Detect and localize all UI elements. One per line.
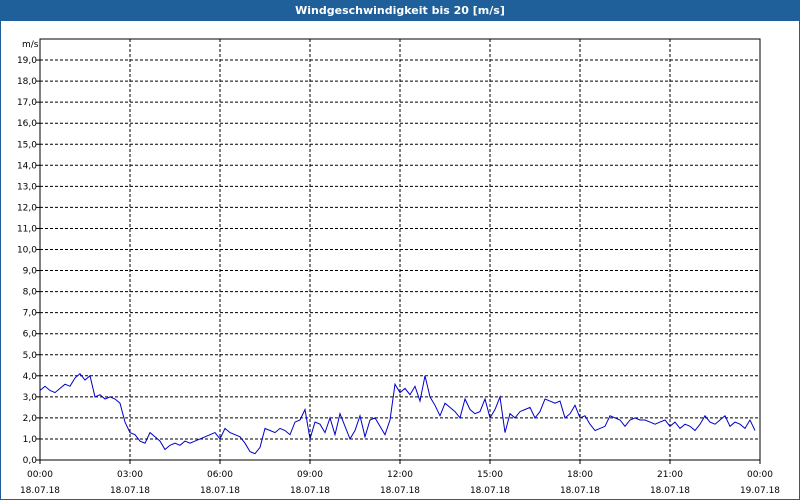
y-tick-label: 5,0 <box>23 351 38 361</box>
x-tick-date: 18.07.18 <box>200 486 240 496</box>
grid-lines <box>40 39 760 460</box>
y-tick-label: 19,0 <box>17 56 37 66</box>
y-tick-label: 17,0 <box>17 98 37 108</box>
x-tick-time: 21:00 <box>657 470 683 480</box>
y-tick-label: 10,0 <box>17 246 37 256</box>
y-axis: m/s 0,0 1,0 2,0 3,0 4,0 5,0 6,0 7,0 8,0 9,0 10,0 11… <box>17 40 40 466</box>
y-tick-label: 14,0 <box>17 161 37 171</box>
x-tick-date: 18.07.18 <box>290 486 330 496</box>
x-tick-date: 18.07.18 <box>380 486 420 496</box>
x-tick-time: 18:00 <box>567 470 593 480</box>
y-axis-unit: m/s <box>22 40 39 50</box>
y-tick-label: 1,0 <box>23 435 38 445</box>
x-tick-date: 18.07.18 <box>470 486 510 496</box>
y-tick-label: 16,0 <box>17 119 37 129</box>
y-tick-label: 4,0 <box>23 372 38 382</box>
x-tick-time: 15:00 <box>477 470 503 480</box>
x-tick-time: 00:00 <box>747 470 773 480</box>
x-tick-date: 18.07.18 <box>650 486 690 496</box>
y-tick-label: 0,0 <box>23 456 38 466</box>
y-tick-label: 6,0 <box>23 330 38 340</box>
x-tick-date: 18.07.18 <box>110 486 150 496</box>
x-tick-time: 12:00 <box>387 470 413 480</box>
y-tick-label: 15,0 <box>17 140 37 150</box>
x-tick-time: 09:00 <box>297 470 323 480</box>
x-tick-time: 06:00 <box>207 470 233 480</box>
y-tick-label: 9,0 <box>23 267 38 277</box>
y-tick-label: 8,0 <box>23 288 38 298</box>
y-tick-label: 18,0 <box>17 77 37 87</box>
y-tick-label: 2,0 <box>23 414 38 424</box>
y-tick-label: 3,0 <box>23 393 38 403</box>
x-axis: 00:00 18.07.18 03:00 18.07.18 06:00 18.07.18 0… <box>20 460 780 496</box>
x-tick-date: 18.07.18 <box>20 486 60 496</box>
y-tick-label: 12,0 <box>17 203 37 213</box>
x-tick-time: 03:00 <box>117 470 143 480</box>
x-tick-time: 00:00 <box>27 470 53 480</box>
y-tick-label: 7,0 <box>23 309 38 319</box>
y-tick-label: 13,0 <box>17 182 37 192</box>
x-tick-date: 18.07.18 <box>560 486 600 496</box>
x-tick-date: 19.07.18 <box>740 486 780 496</box>
y-tick-label: 11,0 <box>17 224 37 234</box>
wind-speed-chart: m/s 0,0 1,0 2,0 3,0 4,0 5,0 6,0 7,0 8,0 9,0 10,0 11… <box>17 38 780 496</box>
